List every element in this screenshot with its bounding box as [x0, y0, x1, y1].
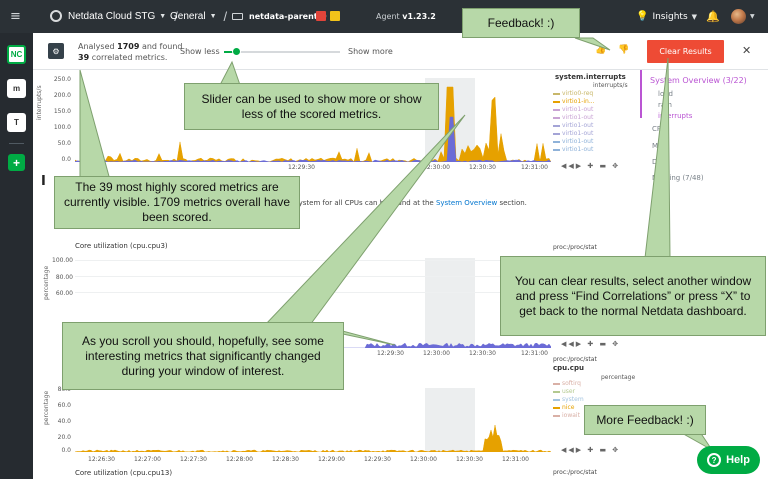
- more-feedback-callout: More Feedback! :): [584, 405, 706, 435]
- feedback-callout: Feedback! :): [462, 8, 580, 38]
- scored-metrics-callout: The 39 most highly scored metrics are cu…: [54, 176, 300, 229]
- help-label: Help: [726, 454, 750, 466]
- callout-pointer: [219, 60, 241, 86]
- callout-pointer: [574, 37, 611, 51]
- help-button[interactable]: ? Help: [697, 446, 760, 474]
- question-icon: ?: [707, 453, 722, 467]
- scroll-callout: As you scroll you should, hopefully, see…: [62, 322, 344, 390]
- callout-pointer: [79, 69, 111, 181]
- slider-callout: Slider can be used to show more or show …: [184, 83, 439, 130]
- clear-results-callout: You can clear results, select another wi…: [500, 256, 766, 336]
- callout-pointer: [644, 57, 671, 259]
